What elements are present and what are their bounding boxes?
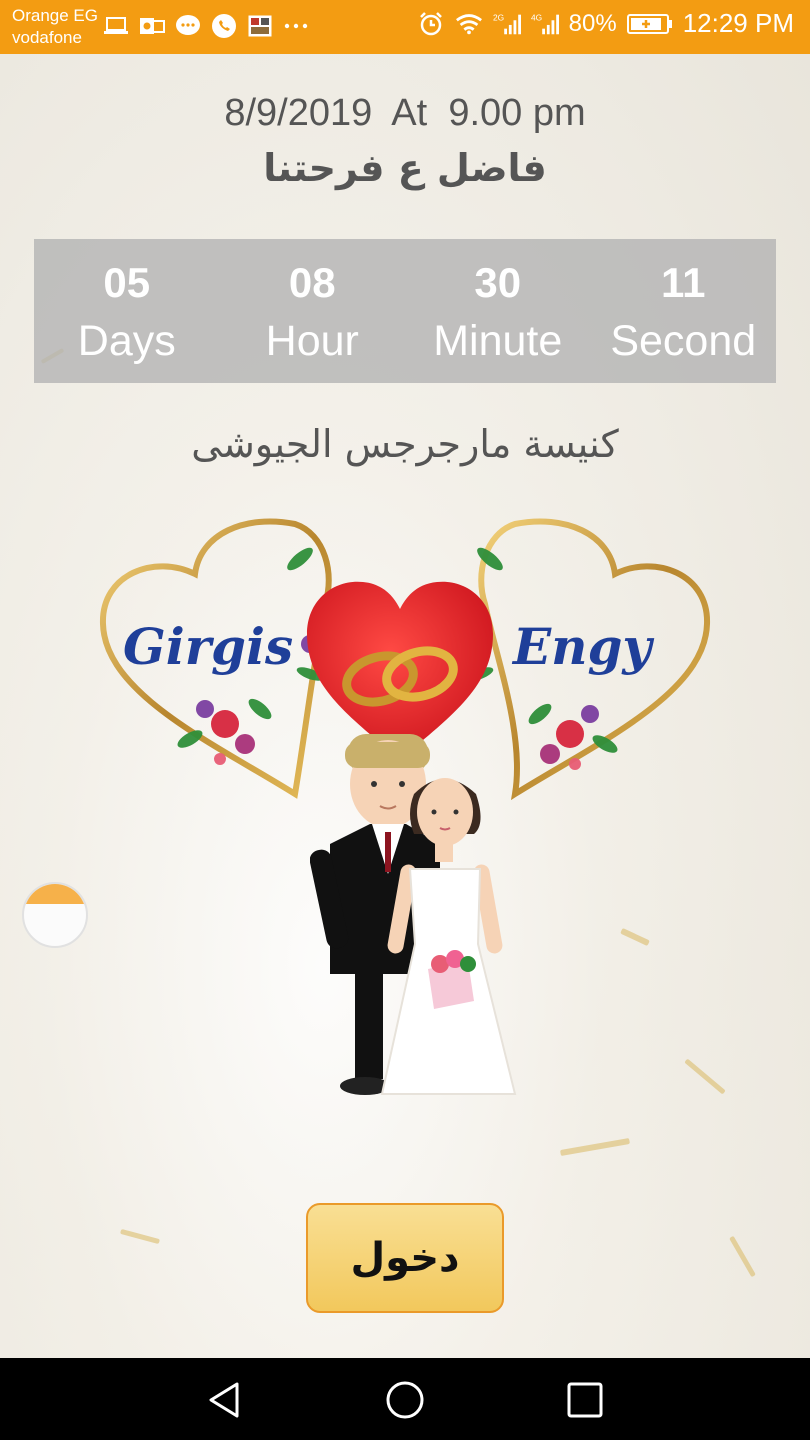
signal-4g-icon: 4G xyxy=(531,12,559,36)
countdown-seconds: 11 Second xyxy=(591,239,777,383)
countdown-hours: 08 Hour xyxy=(220,239,406,383)
countdown-value: 08 xyxy=(288,259,336,306)
status-bar: Orange EG vodafone 2G 4G 80% 12:29 PM xyxy=(0,0,810,54)
svg-text:4G: 4G xyxy=(531,12,542,22)
gold-fleck xyxy=(729,1235,756,1278)
svg-text:2G: 2G xyxy=(493,12,504,22)
groom-name: Girgis xyxy=(123,617,293,676)
gold-fleck xyxy=(684,1058,726,1095)
system-status: 2G 4G 80% 12:29 PM xyxy=(417,8,794,39)
clock: 12:29 PM xyxy=(682,8,794,38)
outlook-icon xyxy=(138,14,166,38)
more-dots-icon xyxy=(282,14,310,38)
subtitle-arabic: فاضل ع فرحتنا xyxy=(263,146,547,190)
gold-fleck xyxy=(620,927,650,947)
gold-fleck xyxy=(120,1228,160,1245)
chat-bubble-icon xyxy=(174,14,202,38)
countdown-days: 05 Days xyxy=(34,239,220,383)
notification-icons xyxy=(102,14,310,38)
countdown-label: Minute xyxy=(433,317,563,365)
laptop-icon xyxy=(102,14,130,38)
countdown-panel: 05 Days 08 Hour 30 Minute 11 Second xyxy=(34,239,776,383)
carrier-1: Orange EG xyxy=(12,6,98,25)
event-date: 8/9/2019 At 9.00 pm xyxy=(224,92,586,134)
countdown-value: 05 xyxy=(103,259,151,306)
battery-icon xyxy=(626,12,673,36)
flower-cluster-right xyxy=(528,703,618,770)
venue-name: كنيسة مارجرجس الجيوشى xyxy=(191,422,619,466)
invitation-screen: 8/9/2019 At 9.00 pm فاضل ع فرحتنا 05 Day… xyxy=(0,54,810,1358)
wifi-icon xyxy=(455,12,483,36)
floating-app-bubble[interactable] xyxy=(22,882,88,948)
bride-name: Engy xyxy=(511,617,654,676)
image-app-icon xyxy=(246,14,274,38)
gold-fleck xyxy=(560,1137,630,1157)
carrier-2: vodafone xyxy=(12,28,82,47)
countdown-label: Hour xyxy=(265,317,359,365)
navigation-bar xyxy=(0,1358,810,1440)
back-triangle-icon[interactable] xyxy=(203,1378,247,1422)
signal-2g-icon: 2G xyxy=(493,12,521,36)
couple-illustration xyxy=(310,734,517,1095)
whatsapp-icon xyxy=(210,14,238,38)
countdown-label: Days xyxy=(77,317,176,365)
countdown-minutes: 30 Minute xyxy=(405,239,591,383)
battery-percentage: 80% xyxy=(568,9,617,37)
countdown-value: 30 xyxy=(474,259,522,306)
countdown-label: Second xyxy=(610,317,757,365)
home-circle-icon[interactable] xyxy=(383,1378,427,1422)
recents-square-icon[interactable] xyxy=(563,1378,607,1422)
enter-button[interactable]: دخول xyxy=(306,1203,504,1313)
carrier-names: Orange EG vodafone xyxy=(12,5,98,49)
bubble-header xyxy=(24,884,86,904)
alarm-icon xyxy=(417,11,445,36)
countdown-value: 11 xyxy=(661,259,706,306)
